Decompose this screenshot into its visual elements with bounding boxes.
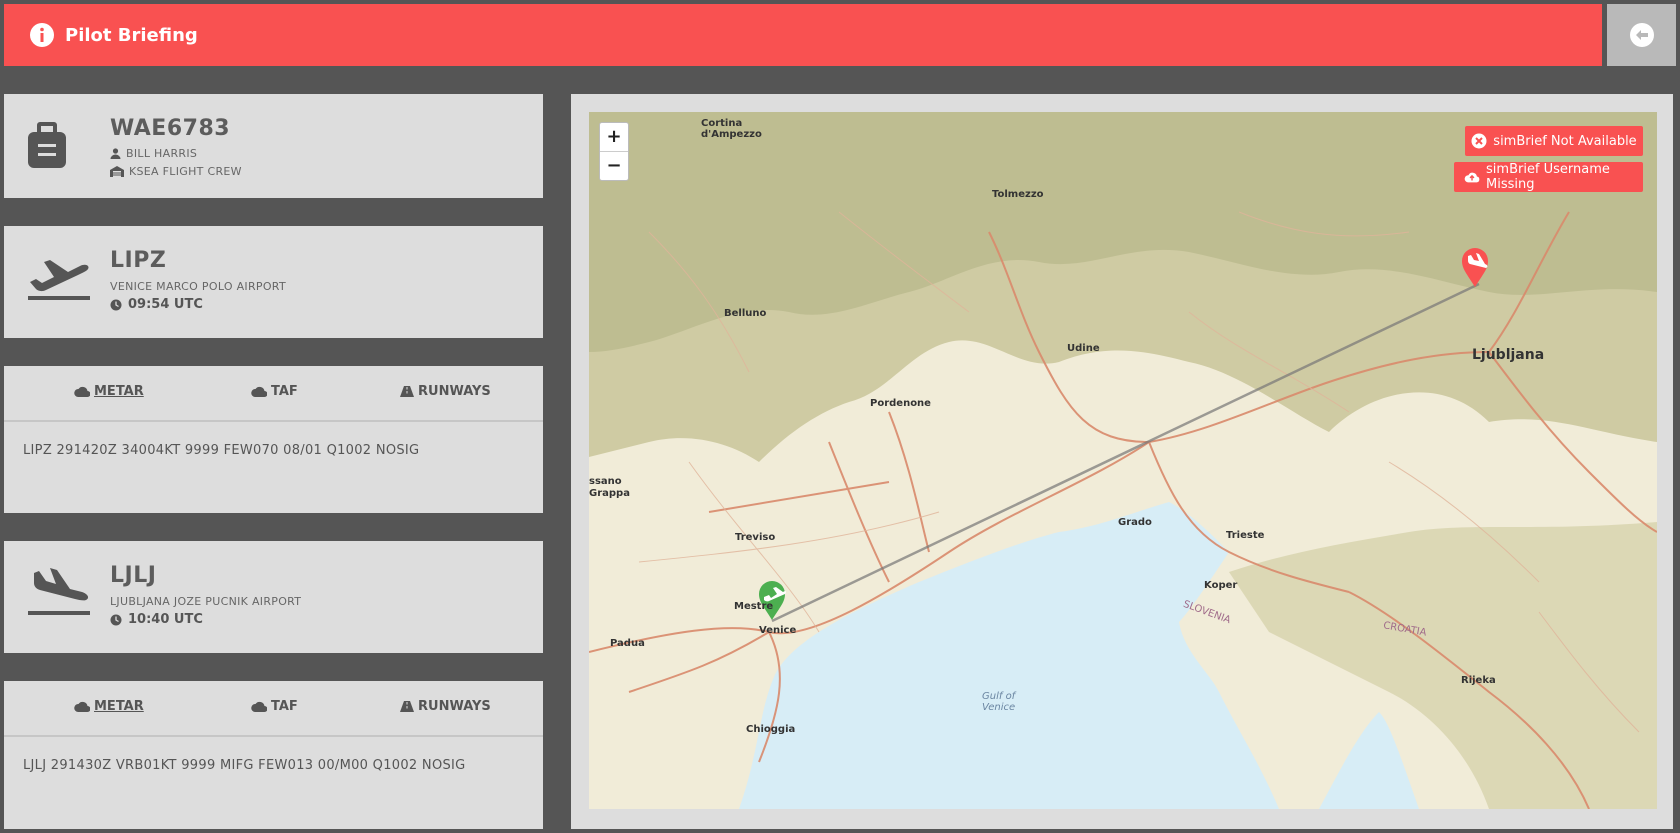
zoom-out-button[interactable]: − (600, 151, 628, 180)
departure-metar-text: LIPZ 291420Z 34004KT 9999 FEW070 08/01 Q… (23, 443, 420, 458)
page-header: Pilot Briefing (4, 4, 1602, 66)
place-label: Udine (1067, 343, 1100, 354)
simbrief-username-missing-button[interactable]: simBrief Username Missing (1454, 162, 1643, 192)
place-label: Venice (759, 625, 797, 636)
page-title: Pilot Briefing (65, 24, 198, 46)
cloud-upload-icon (1464, 172, 1480, 183)
tab-taf[interactable]: TAF (251, 699, 298, 714)
place-label: Chioggia (746, 724, 796, 735)
arrival-time-line: 10:40 UTC (110, 612, 203, 627)
user-icon (110, 148, 121, 159)
info-circle-icon (30, 23, 54, 47)
road-icon (400, 386, 414, 397)
departure-icao: LIPZ (110, 248, 167, 273)
flight-callsign: WAE6783 (110, 116, 231, 141)
map-tiles (589, 112, 1657, 809)
flight-info-card: WAE6783 BILL HARRIS KSEA FLIGHT CREW (4, 94, 543, 198)
arrival-metar-text: LJLJ 291430Z VRB01KT 9999 MIFG FEW013 00… (23, 758, 466, 773)
place-label: Padua (610, 638, 645, 649)
departure-time: 09:54 UTC (128, 297, 203, 312)
place-label: Ljubljana (1472, 347, 1545, 363)
arrival-icao: LJLJ (110, 563, 157, 588)
place-label: ssano Grappa (589, 476, 630, 499)
place-label: Rijeka (1461, 675, 1496, 686)
hangar-icon (110, 166, 124, 177)
suitcase-icon (28, 122, 66, 168)
tab-metar[interactable]: METAR (74, 384, 144, 399)
pilot-name-line: BILL HARRIS (110, 147, 197, 160)
departure-time-line: 09:54 UTC (110, 297, 203, 312)
tab-runways[interactable]: RUNWAYS (400, 384, 491, 399)
arrival-airport-name: LJUBLJANA JOZE PUCNIK AIRPORT (110, 595, 302, 608)
cloud-icon (74, 386, 90, 397)
tab-taf[interactable]: TAF (251, 384, 298, 399)
place-label: Pordenone (870, 398, 931, 409)
arrival-weather-card: METAR TAF RUNWAYS LJLJ 291430Z VRB01KT 9… (4, 681, 543, 829)
route-map[interactable]: + − simBrief Not Available simBrief User… (589, 112, 1657, 809)
x-circle-icon (1471, 133, 1487, 149)
back-button[interactable] (1607, 4, 1676, 66)
place-label: Belluno (724, 308, 767, 319)
departure-tabs: METAR TAF RUNWAYS (4, 366, 543, 422)
place-label: Tolmezzo (992, 189, 1044, 200)
cloud-icon (74, 701, 90, 712)
crew-line: KSEA FLIGHT CREW (110, 165, 242, 178)
place-label: Treviso (735, 532, 776, 543)
cloud-icon (251, 701, 267, 712)
zoom-controls: + − (599, 122, 629, 181)
crew-name: KSEA FLIGHT CREW (129, 165, 242, 178)
clock-icon (110, 614, 122, 625)
tab-runways[interactable]: RUNWAYS (400, 699, 491, 714)
place-label: Mestre (734, 601, 774, 612)
pilot-name: BILL HARRIS (126, 147, 198, 160)
arrival-card: LJLJ LJUBLJANA JOZE PUCNIK AIRPORT 10:40… (4, 541, 543, 653)
arrival-tabs: METAR TAF RUNWAYS (4, 681, 543, 737)
tab-metar[interactable]: METAR (74, 699, 144, 714)
departure-weather-card: METAR TAF RUNWAYS LIPZ 291420Z 34004KT 9… (4, 366, 543, 513)
cloud-icon (251, 386, 267, 397)
place-label: Cortina d'Ampezzo (701, 118, 762, 140)
simbrief-not-available-button[interactable]: simBrief Not Available (1465, 126, 1643, 156)
departure-airport-name: VENICE MARCO POLO AIRPORT (110, 280, 286, 293)
arrow-left-circle-icon (1629, 23, 1654, 47)
clock-icon (110, 299, 122, 310)
place-label: Trieste (1226, 530, 1265, 541)
map-panel: + − simBrief Not Available simBrief User… (571, 94, 1673, 829)
water-label: Gulf of Venice (982, 691, 1016, 713)
place-label: Koper (1204, 580, 1238, 591)
zoom-in-button[interactable]: + (600, 123, 628, 151)
place-label: Grado (1118, 517, 1152, 528)
arrival-time: 10:40 UTC (128, 612, 203, 627)
road-icon (400, 701, 414, 712)
plane-departure-icon (28, 260, 90, 300)
departure-card: LIPZ VENICE MARCO POLO AIRPORT 09:54 UTC (4, 226, 543, 338)
plane-arrival-icon (28, 568, 90, 615)
